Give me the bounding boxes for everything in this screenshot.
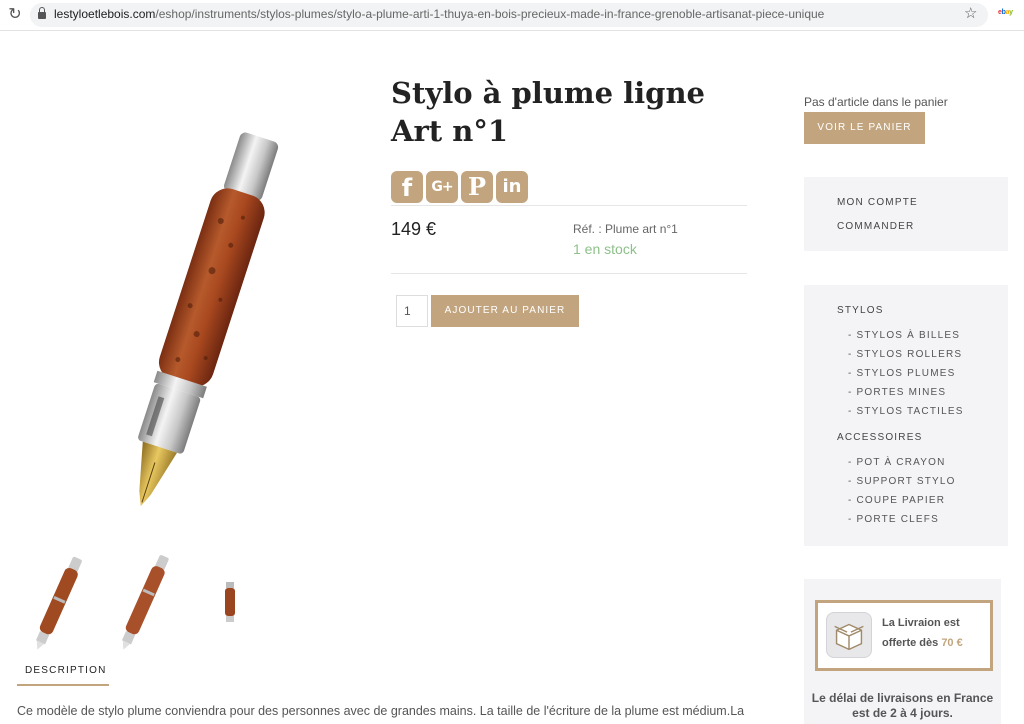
category-support-stylo[interactable]: - SUPPORT STYLO [848, 476, 956, 487]
category-accessoires[interactable]: ACCESSOIRES [837, 432, 922, 443]
bookmark-star-icon[interactable]: ☆ [964, 4, 977, 22]
ebay-extension-icon[interactable]: ebay [998, 9, 1013, 16]
account-menu: MON COMPTE COMMANDER [804, 177, 1008, 251]
category-porte-clefs[interactable]: - PORTE CLEFS [848, 514, 939, 525]
address-bar[interactable]: lestyloetlebois.com/eshop/instruments/st… [30, 3, 988, 27]
quantity-input[interactable] [396, 295, 428, 327]
shipping-line-2: offerte dès 70 € [882, 637, 963, 649]
category-menu: STYLOS - STYLOS À BILLES - STYLOS ROLLER… [804, 285, 1008, 546]
category-stylos[interactable]: STYLOS [837, 305, 884, 316]
url-host: lestyloetlebois.com [54, 7, 156, 21]
shipping-amount: 70 € [941, 637, 963, 649]
view-cart-button[interactable]: VOIR LE PANIER [804, 112, 925, 144]
category-stylos-plumes[interactable]: - STYLOS PLUMES [848, 368, 955, 379]
pinterest-icon[interactable]: P [461, 171, 493, 203]
menu-my-account[interactable]: MON COMPTE [837, 197, 918, 208]
facebook-icon[interactable]: f [391, 171, 423, 203]
browser-toolbar: ↻ lestyloetlebois.com/eshop/instruments/… [0, 0, 1024, 31]
tab-description[interactable]: DESCRIPTION [17, 656, 109, 686]
stock-status: 1 en stock [573, 241, 637, 257]
menu-checkout[interactable]: COMMANDER [837, 221, 914, 232]
product-reference: Réf. : Plume art n°1 [573, 222, 678, 236]
shipping-line-2-prefix: offerte dès [882, 637, 939, 649]
category-stylos-a-billes[interactable]: - STYLOS À BILLES [848, 330, 960, 341]
tab-description-label: DESCRIPTION [25, 665, 107, 676]
product-thumbnail-3[interactable] [218, 580, 242, 626]
product-description: Ce modèle de stylo plume conviendra pour… [17, 704, 745, 718]
add-to-cart-button[interactable]: AJOUTER AU PANIER [431, 295, 579, 327]
category-portes-mines[interactable]: - PORTES MINES [848, 387, 946, 398]
product-thumbnail-2[interactable] [112, 550, 176, 656]
category-stylos-tactiles[interactable]: - STYLOS TACTILES [848, 406, 964, 417]
product-price: 149 € [391, 219, 437, 239]
shipping-promo: La Livraion est offerte dès 70 € Le déla… [804, 579, 1001, 724]
category-pot-a-crayon[interactable]: - POT À CRAYON [848, 457, 946, 468]
reload-icon[interactable]: ↻ [6, 6, 24, 24]
package-box-icon [826, 612, 872, 658]
category-stylos-rollers[interactable]: - STYLOS ROLLERS [848, 349, 962, 360]
url-text: lestyloetlebois.com/eshop/instruments/st… [54, 7, 824, 21]
divider [391, 273, 747, 274]
divider [391, 205, 747, 206]
category-coupe-papier[interactable]: - COUPE PAPIER [848, 495, 945, 506]
product-thumbnail-1[interactable] [26, 550, 90, 656]
lock-icon [38, 7, 46, 19]
product-main-image[interactable] [70, 118, 320, 528]
shipping-banner: La Livraion est offerte dès 70 € [815, 600, 993, 671]
google-plus-icon[interactable]: G+ [426, 171, 458, 203]
cart-empty-text: Pas d'article dans le panier [804, 95, 948, 109]
product-title: Stylo à plume ligne Art n°1 [391, 76, 705, 148]
delivery-time-note: Le délai de livraisons en France est de … [811, 691, 994, 720]
shipping-line-1: La Livraion est [882, 617, 960, 629]
linkedin-icon[interactable]: in [496, 171, 528, 203]
url-path: /eshop/instruments/stylos-plumes/stylo-a… [155, 7, 825, 21]
